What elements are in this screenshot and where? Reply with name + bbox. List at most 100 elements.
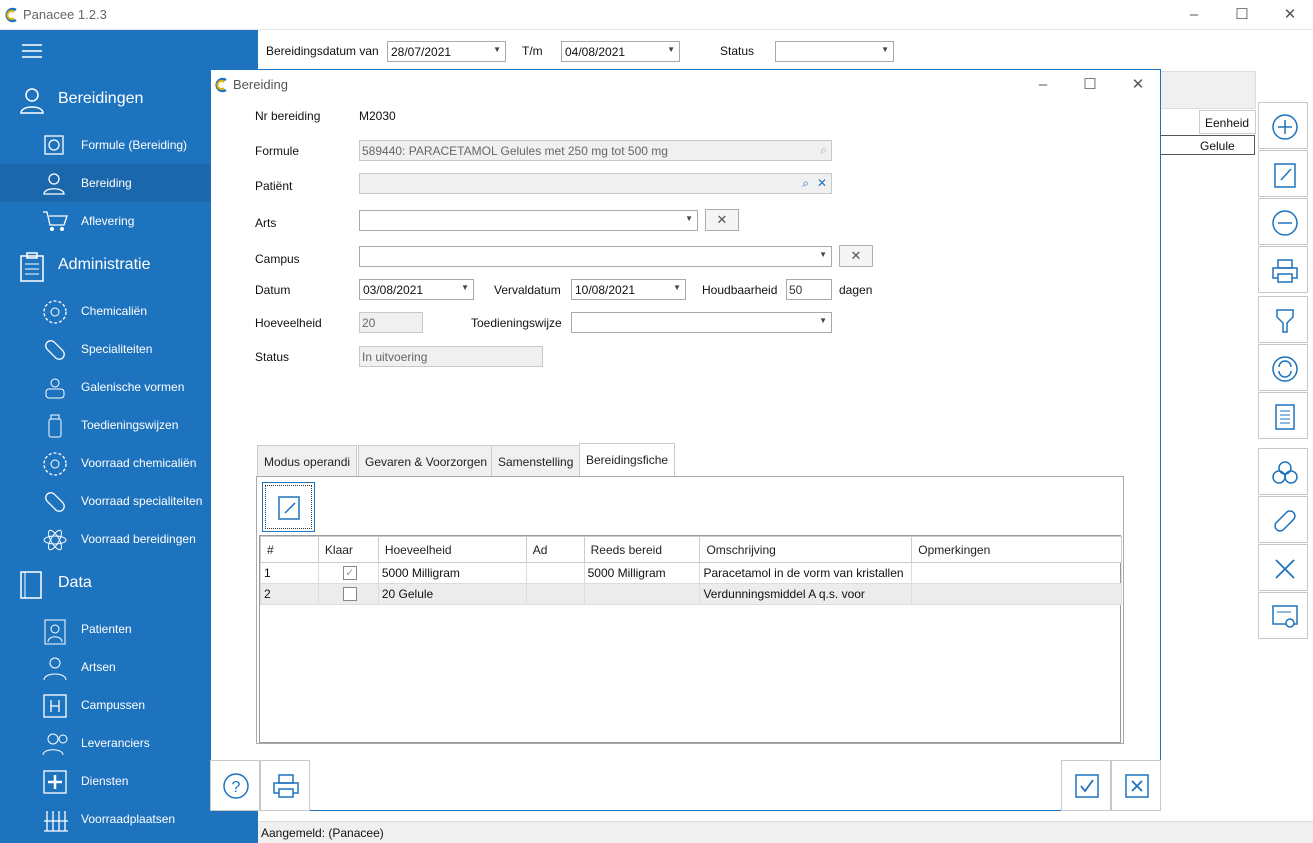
- sidebar-item-patienten[interactable]: Patienten: [0, 610, 210, 648]
- maximize-icon[interactable]: ☐: [1067, 70, 1113, 100]
- arts-label: Arts: [255, 216, 277, 230]
- cancel-button[interactable]: [1111, 760, 1161, 811]
- date-from-picker[interactable]: 28/07/2021 ▼: [387, 41, 506, 62]
- column-header-eenheid[interactable]: Eenheid: [1199, 110, 1256, 134]
- sidebar-item-label: Galenische vormen: [81, 380, 185, 394]
- column-header-hoeveelheid[interactable]: Hoeveelheid: [377, 536, 527, 563]
- person-icon: [20, 88, 44, 114]
- plus-icon: [1272, 114, 1298, 140]
- toedieningswijze-select[interactable]: ▼: [571, 312, 832, 333]
- status-text: Aangemeld: (Panacee): [261, 826, 384, 840]
- tab-bereidingsfiche[interactable]: Bereidingsfiche: [579, 443, 676, 477]
- confirm-button[interactable]: [1061, 760, 1111, 811]
- table-row[interactable]: 1 ✓ 5000 Milligram 5000 Milligram Parace…: [260, 562, 1122, 584]
- cell-opmerkingen: [911, 562, 1122, 584]
- klaar-checkbox-checked[interactable]: ✓: [342, 566, 357, 581]
- delete-button[interactable]: [1258, 198, 1308, 245]
- date-from-value: 28/07/2021: [391, 45, 452, 59]
- edit-button[interactable]: [1258, 150, 1308, 197]
- sidebar-item-label: Voorraad bereidingen: [81, 532, 196, 546]
- sidebar-item-campussen[interactable]: Campussen: [0, 686, 210, 724]
- column-header-opmerkingen[interactable]: Opmerkingen: [911, 536, 1122, 563]
- sidebar-item-voorraadplaatsen[interactable]: Voorraadplaatsen: [0, 800, 210, 838]
- tab-modus-operandi[interactable]: Modus operandi: [257, 445, 358, 477]
- sidebar-item-chemicalien[interactable]: Chemicaliën: [0, 292, 210, 330]
- klaar-checkbox[interactable]: [342, 587, 357, 602]
- edit-fiche-button[interactable]: [262, 482, 315, 532]
- cell-klaar[interactable]: [317, 583, 379, 605]
- tab-samenstelling[interactable]: Samenstelling: [491, 445, 581, 477]
- datum-picker[interactable]: 03/08/2021 ▼: [359, 279, 474, 300]
- column-header-ad[interactable]: Ad: [525, 536, 585, 563]
- print-button[interactable]: [260, 760, 310, 811]
- hoeveelheid-field[interactable]: 20: [359, 312, 423, 333]
- refresh-button[interactable]: [1258, 344, 1308, 391]
- hamburger-menu-icon[interactable]: [22, 44, 42, 58]
- close-icon[interactable]: ✕: [1267, 0, 1313, 30]
- biohazard-icon: [1272, 461, 1298, 484]
- report-button[interactable]: [1258, 392, 1308, 439]
- date-to-picker[interactable]: 04/08/2021 ▼: [561, 41, 680, 62]
- cell-ad: [525, 562, 585, 584]
- column-header-klaar[interactable]: Klaar: [317, 536, 379, 563]
- minus-icon: [1272, 210, 1298, 236]
- column-header-reeds-bereid[interactable]: Reeds bereid: [583, 536, 701, 563]
- status-field[interactable]: In uitvoering: [359, 346, 543, 367]
- add-button[interactable]: [1258, 102, 1308, 149]
- sidebar-item-diensten[interactable]: Diensten: [0, 762, 210, 800]
- clear-arts-button[interactable]: ✕: [705, 209, 739, 231]
- clear-icon[interactable]: ✕: [817, 176, 827, 190]
- clear-campus-button[interactable]: ✕: [839, 245, 873, 267]
- search-icon[interactable]: ⌕: [802, 176, 809, 191]
- sidebar-item-bereiding[interactable]: Bereiding: [0, 164, 210, 202]
- status-filter-select[interactable]: ▼: [775, 41, 894, 62]
- formule-field[interactable]: 589440: PARACETAMOL Gelules met 250 mg t…: [359, 140, 832, 161]
- sidebar-item-artsen[interactable]: Artsen: [0, 648, 210, 686]
- chevron-down-icon: ▼: [819, 250, 827, 259]
- column-header-num[interactable]: #: [260, 536, 319, 563]
- sidebar-item-toedieningswijzen[interactable]: Toedieningswijzen: [0, 406, 210, 444]
- suppliers-icon: [42, 733, 68, 756]
- sidebar-item-aflevering[interactable]: Aflevering: [0, 202, 210, 240]
- specialty-button[interactable]: [1258, 496, 1308, 543]
- campus-select[interactable]: ▼: [359, 246, 832, 267]
- sidebar-item-galenische-vormen[interactable]: Galenische vormen: [0, 368, 210, 406]
- shelves-icon: [44, 811, 68, 832]
- hazard-button[interactable]: [1258, 448, 1308, 495]
- pill-icon: [45, 340, 65, 360]
- tab-gevaren-voorzorgen[interactable]: Gevaren & Voorzorgen: [358, 445, 495, 477]
- vervaldatum-picker[interactable]: 10/08/2021 ▼: [571, 279, 686, 300]
- minimize-icon[interactable]: –: [1020, 70, 1066, 100]
- cell-klaar[interactable]: ✓: [317, 562, 379, 584]
- formule-value: 589440: PARACETAMOL Gelules met 250 mg t…: [362, 144, 668, 158]
- sidebar-item-formule[interactable]: Formule (Bereiding): [0, 126, 210, 164]
- certificate-button[interactable]: [1258, 592, 1308, 639]
- table-row[interactable]: 2 20 Gelule Verdunningsmiddel A q.s. voo…: [260, 583, 1122, 605]
- column-header-omschrijving[interactable]: Omschrijving: [699, 536, 913, 563]
- sidebar-item-voorraad-bereidingen[interactable]: Voorraad bereidingen: [0, 520, 210, 558]
- arts-select[interactable]: ▼: [359, 210, 698, 231]
- chevron-down-icon: ▼: [461, 283, 469, 292]
- sidebar-item-label: Toedieningswijzen: [81, 418, 179, 432]
- houdbaarheid-input[interactable]: 50: [786, 279, 832, 300]
- cancel-preparation-button[interactable]: [1258, 544, 1308, 591]
- fiche-table: # Klaar Hoeveelheid Ad Reeds bereid Omsc…: [260, 536, 1122, 605]
- minimize-icon[interactable]: –: [1171, 0, 1217, 30]
- sidebar-item-specialiteiten[interactable]: Specialiteiten: [0, 330, 210, 368]
- maximize-icon[interactable]: ☐: [1219, 0, 1265, 30]
- close-icon[interactable]: ✕: [1115, 70, 1161, 100]
- help-button[interactable]: ?: [210, 760, 260, 811]
- document-icon: [1275, 404, 1295, 430]
- search-icon[interactable]: ⌕: [820, 143, 827, 158]
- filter-button[interactable]: [1258, 296, 1308, 343]
- sidebar-item-voorraad-specialiteiten[interactable]: Voorraad specialiteiten: [0, 482, 210, 520]
- sidebar-item-leveranciers[interactable]: Leveranciers: [0, 724, 210, 762]
- chevron-down-icon: ▼: [673, 283, 681, 292]
- sidebar-item-label: Bereiding: [81, 176, 132, 190]
- patient-field[interactable]: ⌕ ✕: [359, 173, 832, 194]
- sidebar-item-voorraad-chemicalien[interactable]: Voorraad chemicaliën: [0, 444, 210, 482]
- houdbaarheid-value: 50: [789, 283, 803, 297]
- sidebar-item-label: Voorraad chemicaliën: [81, 456, 197, 470]
- print-button[interactable]: [1258, 246, 1308, 293]
- fiche-grid: # Klaar Hoeveelheid Ad Reeds bereid Omsc…: [259, 535, 1122, 743]
